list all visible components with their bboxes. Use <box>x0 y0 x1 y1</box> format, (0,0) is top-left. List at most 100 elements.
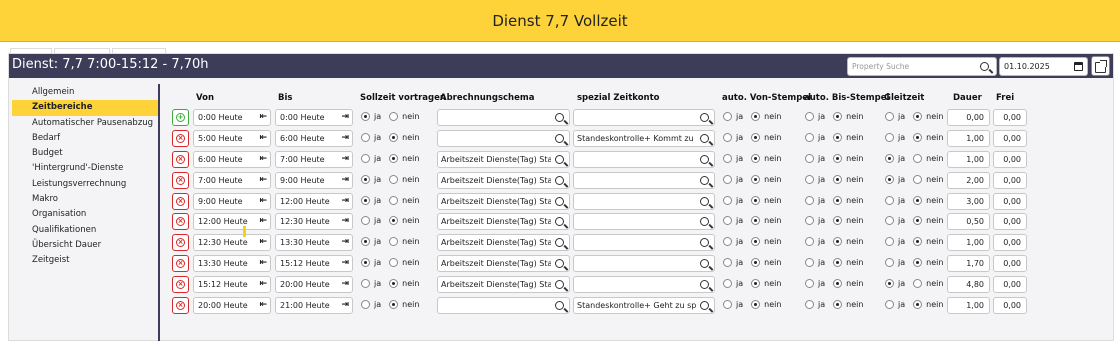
abrechnung-lookup[interactable] <box>437 109 570 126</box>
remove-row-button[interactable]: × <box>172 130 189 147</box>
search-icon[interactable] <box>555 259 564 268</box>
radio-yes[interactable] <box>361 237 370 246</box>
radio-no[interactable] <box>833 112 843 121</box>
radio-yes[interactable] <box>361 154 370 163</box>
remove-row-button[interactable]: × <box>172 276 189 293</box>
radio-no[interactable] <box>389 258 399 267</box>
search-icon[interactable] <box>700 176 709 185</box>
radio-yes[interactable] <box>885 112 894 121</box>
set-end-icon[interactable]: ⇥ <box>341 298 349 313</box>
frei-field[interactable]: 0,00 <box>993 255 1027 272</box>
set-end-icon[interactable]: ⇥ <box>341 235 349 250</box>
radio-no[interactable] <box>751 175 761 184</box>
radio-yes[interactable] <box>885 175 894 184</box>
radio-yes[interactable] <box>723 216 732 225</box>
frei-field[interactable]: 0,00 <box>993 172 1027 189</box>
radio-no[interactable] <box>913 279 923 288</box>
remove-row-button[interactable]: × <box>172 151 189 168</box>
radio-yes[interactable] <box>723 237 732 246</box>
spezial-lookup[interactable] <box>573 151 715 168</box>
frei-field[interactable]: 0,00 <box>993 213 1027 230</box>
set-start-icon[interactable]: ⇤ <box>259 277 267 292</box>
radio-yes[interactable] <box>885 237 894 246</box>
radio-yes[interactable] <box>361 112 370 121</box>
remove-row-button[interactable]: × <box>172 234 189 251</box>
spezial-lookup[interactable] <box>573 255 715 272</box>
search-icon[interactable] <box>700 197 709 206</box>
radio-no[interactable] <box>913 133 923 142</box>
search-icon[interactable] <box>700 217 709 226</box>
dauer-field[interactable]: 1,00 <box>947 297 990 314</box>
radio-no[interactable] <box>913 175 923 184</box>
radio-no[interactable] <box>751 112 761 121</box>
frei-field[interactable]: 0,00 <box>993 130 1027 147</box>
radio-no[interactable] <box>389 237 399 246</box>
search-icon[interactable] <box>555 134 564 143</box>
set-end-icon[interactable]: ⇥ <box>341 152 349 167</box>
sidebar-item[interactable]: Allgemein <box>12 85 158 100</box>
time-field-von[interactable]: 9:00 Heute ⇤ <box>193 193 271 210</box>
time-field-von[interactable]: 13:30 Heute ⇤ <box>193 255 271 272</box>
radio-no[interactable] <box>913 154 923 163</box>
search-icon[interactable] <box>555 197 564 206</box>
radio-no[interactable] <box>833 279 843 288</box>
radio-no[interactable] <box>913 216 923 225</box>
radio-yes[interactable] <box>885 279 894 288</box>
time-field-bis[interactable]: 0:00 Heute ⇥ <box>275 109 353 126</box>
remove-row-button[interactable]: × <box>172 255 189 272</box>
radio-no[interactable] <box>833 196 843 205</box>
radio-yes[interactable] <box>723 175 732 184</box>
frei-field[interactable]: 0,00 <box>993 297 1027 314</box>
frei-field[interactable]: 0,00 <box>993 276 1027 293</box>
radio-no[interactable] <box>751 237 761 246</box>
search-icon[interactable] <box>555 176 564 185</box>
search-icon[interactable] <box>555 301 564 310</box>
set-start-icon[interactable]: ⇤ <box>259 214 267 229</box>
time-field-bis[interactable]: 13:30 Heute ⇥ <box>275 234 353 251</box>
radio-yes[interactable] <box>361 258 370 267</box>
abrechnung-lookup[interactable] <box>437 130 570 147</box>
spezial-lookup[interactable] <box>573 172 715 189</box>
radio-yes[interactable] <box>723 154 732 163</box>
radio-no[interactable] <box>833 154 843 163</box>
time-field-von[interactable]: 20:00 Heute ⇤ <box>193 297 271 314</box>
time-field-von[interactable]: 15:12 Heute ⇤ <box>193 276 271 293</box>
set-start-icon[interactable]: ⇤ <box>259 152 267 167</box>
spezial-lookup[interactable]: Standeskontrolle+ Kommt zu … <box>573 130 715 147</box>
time-field-von[interactable]: 7:00 Heute ⇤ <box>193 172 271 189</box>
set-end-icon[interactable]: ⇥ <box>341 256 349 271</box>
radio-yes[interactable] <box>805 258 814 267</box>
abrechnung-lookup[interactable]: Arbeitszeit Dienste(Tag) Sta… <box>437 255 570 272</box>
radio-no[interactable] <box>833 300 843 309</box>
radio-yes[interactable] <box>361 196 370 205</box>
radio-no[interactable] <box>913 237 923 246</box>
radio-yes[interactable] <box>723 196 732 205</box>
abrechnung-lookup[interactable] <box>437 297 570 314</box>
set-end-icon[interactable]: ⇥ <box>341 110 349 125</box>
dauer-field[interactable]: 1,00 <box>947 234 990 251</box>
spezial-lookup[interactable] <box>573 213 715 230</box>
radio-yes[interactable] <box>723 300 732 309</box>
frei-field[interactable]: 0,00 <box>993 151 1027 168</box>
search-icon[interactable] <box>700 301 709 310</box>
time-field-bis[interactable]: 6:00 Heute ⇥ <box>275 130 353 147</box>
radio-no[interactable] <box>913 258 923 267</box>
radio-no[interactable] <box>913 196 923 205</box>
radio-yes[interactable] <box>885 196 894 205</box>
radio-no[interactable] <box>389 154 399 163</box>
search-icon[interactable] <box>700 155 709 164</box>
set-start-icon[interactable]: ⇤ <box>259 235 267 250</box>
spezial-lookup[interactable]: Standeskontrolle+ Geht zu spät <box>573 297 715 314</box>
radio-no[interactable] <box>833 237 843 246</box>
time-field-bis[interactable]: 21:00 Heute ⇥ <box>275 297 353 314</box>
property-search-input[interactable] <box>848 62 978 71</box>
abrechnung-lookup[interactable]: Arbeitszeit Dienste(Tag) Sta… <box>437 234 570 251</box>
radio-yes[interactable] <box>361 133 370 142</box>
set-start-icon[interactable]: ⇤ <box>259 194 267 209</box>
radio-no[interactable] <box>389 196 399 205</box>
radio-yes[interactable] <box>885 154 894 163</box>
search-icon[interactable] <box>555 280 564 289</box>
remove-row-button[interactable]: × <box>172 297 189 314</box>
set-start-icon[interactable]: ⇤ <box>259 173 267 188</box>
set-end-icon[interactable]: ⇥ <box>341 277 349 292</box>
